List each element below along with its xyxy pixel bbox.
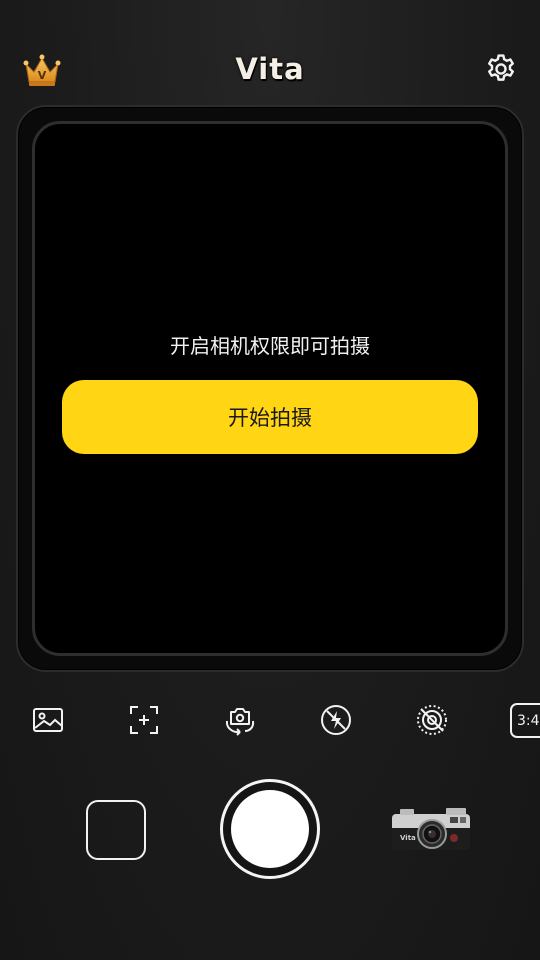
gallery-icon[interactable] xyxy=(28,700,68,740)
gear-icon[interactable] xyxy=(484,52,518,86)
viewfinder-frame: 开启相机权限即可拍摄 开始拍摄 xyxy=(16,105,524,672)
camera-toolbar: 3:4 xyxy=(0,700,540,742)
start-shooting-button[interactable]: 开始拍摄 xyxy=(62,380,478,454)
camera-preview: 开启相机权限即可拍摄 开始拍摄 xyxy=(32,121,508,656)
top-bar: V Vita xyxy=(0,0,540,105)
shutter-core xyxy=(231,790,309,868)
live-off-icon[interactable] xyxy=(412,700,452,740)
permission-message: 开启相机权限即可拍摄 xyxy=(170,334,370,358)
aspect-ratio-button[interactable]: 3:4 xyxy=(510,703,540,738)
focus-frame-icon[interactable] xyxy=(124,700,164,740)
flash-off-icon[interactable] xyxy=(316,700,356,740)
shutter-button[interactable] xyxy=(220,779,320,879)
app-title: Vita xyxy=(235,52,305,86)
last-photo-thumbnail[interactable] xyxy=(86,800,146,860)
camera-model-selector[interactable]: Vita xyxy=(388,800,474,856)
camera-brand-label: Vita xyxy=(400,834,416,842)
flip-camera-icon[interactable] xyxy=(220,700,260,740)
vintage-camera-icon: Vita xyxy=(392,808,470,850)
